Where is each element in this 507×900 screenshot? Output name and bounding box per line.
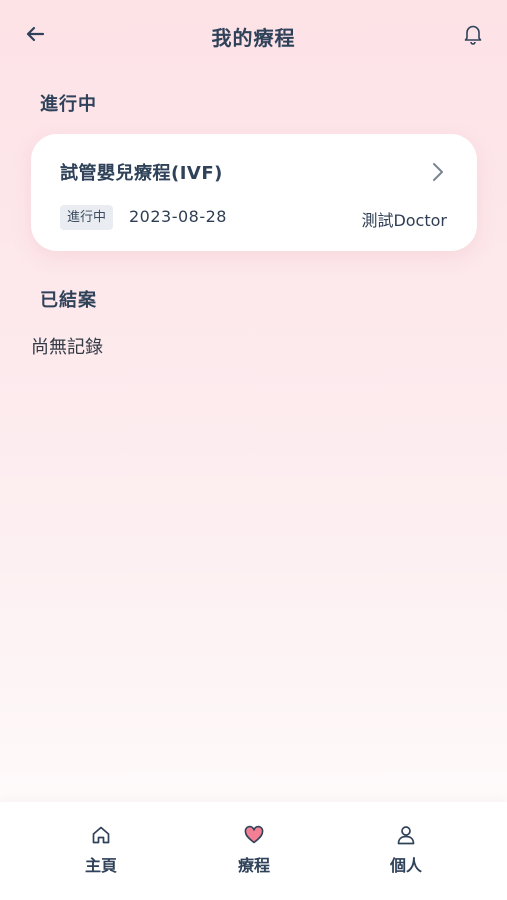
tab-profile-label: 個人 <box>389 856 422 875</box>
status-badge: 進行中 <box>60 205 114 230</box>
tab-home-label: 主頁 <box>84 856 117 875</box>
chevron-right-icon <box>433 163 443 181</box>
treatment-title: 試管嬰兒療程(IVF) <box>60 163 223 184</box>
empty-state-text: 尚無記錄 <box>31 337 103 358</box>
tab-treatment[interactable]: 療程 <box>204 824 304 880</box>
home-icon <box>92 826 110 844</box>
page-title: 我的療程 <box>211 26 296 50</box>
user-icon <box>397 826 415 845</box>
tab-home[interactable]: 主頁 <box>51 824 151 880</box>
tab-treatment-label: 療程 <box>237 856 270 875</box>
treatment-date: 2023-08-28 <box>129 207 227 226</box>
header: 我的療程 <box>0 0 507 70</box>
bottom-tab-bar: 主頁 療程 個人 <box>0 802 507 900</box>
doctor-name: 測試Doctor <box>361 211 447 230</box>
bell-icon <box>464 25 482 45</box>
section-title-closed: 已結案 <box>40 290 97 311</box>
section-title-active: 進行中 <box>40 94 97 115</box>
tab-profile[interactable]: 個人 <box>356 824 456 880</box>
treatment-card[interactable]: 試管嬰兒療程(IVF) 進行中 2023-08-28 測試Doctor <box>31 134 477 251</box>
notification-button[interactable] <box>463 23 483 45</box>
heart-icon <box>244 825 264 844</box>
